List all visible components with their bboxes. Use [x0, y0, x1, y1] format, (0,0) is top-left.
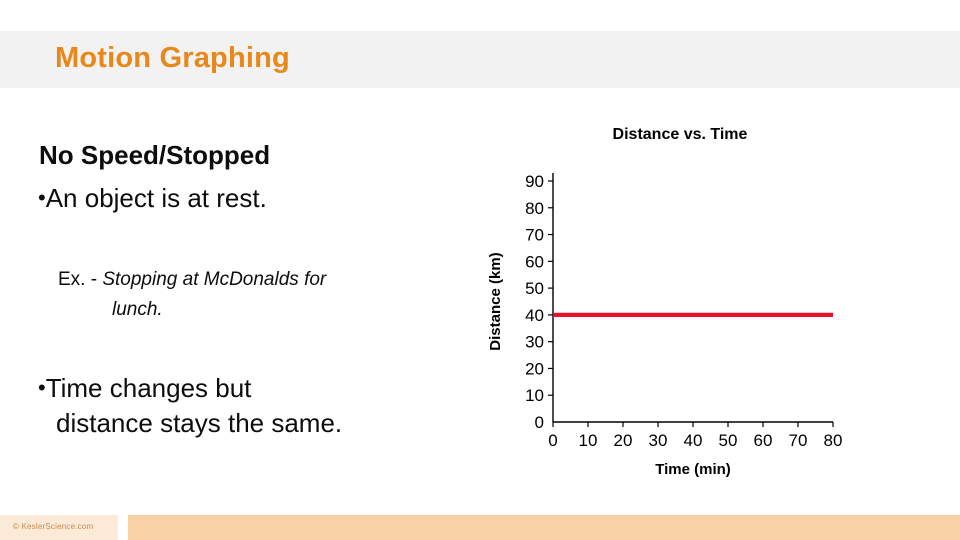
svg-text:20: 20	[525, 359, 544, 378]
svg-text:40: 40	[684, 431, 703, 450]
distance-vs-time-chart: 0 10 20 30 40 50 60 70 80 90 0 10 20 30 40 50 60 70 80 Time…	[487, 172, 842, 478]
svg-text:30: 30	[525, 333, 544, 352]
svg-text:50: 50	[525, 279, 544, 298]
svg-text:60: 60	[525, 252, 544, 271]
footer-right-band	[128, 515, 960, 540]
svg-text:90: 90	[525, 172, 544, 191]
svg-text:80: 80	[525, 199, 544, 218]
chart-render-group: 0 10 20 30 40 50 60 70 80 90 0 10 20 30 40 50 60 70 80 Time…	[487, 172, 842, 478]
svg-text:50: 50	[719, 431, 738, 450]
chart-panel: Distance vs. Time 0 10 20 30 40 50 60 70 80 90 0 10…	[480, 110, 900, 490]
svg-text:10: 10	[579, 431, 598, 450]
example-label: Ex. -	[58, 269, 103, 290]
svg-text:70: 70	[789, 431, 808, 450]
content-column-left: No Speed/Stopped •An object is at rest. …	[0, 95, 480, 475]
example-note: Ex. - Stopping at McDonalds for lunch.	[58, 265, 448, 325]
page-title: Motion Graphing	[55, 42, 290, 74]
svg-text:10: 10	[525, 386, 544, 405]
bullet-item-time-changes-line-1: Time changes but	[45, 373, 252, 403]
svg-text:80: 80	[824, 431, 843, 450]
svg-text:40: 40	[525, 306, 544, 325]
copyright-notice: © KeslerScience.com	[13, 522, 94, 531]
bullet-dot-icon-2: •	[38, 375, 46, 400]
svg-text:Time (min): Time (min)	[655, 461, 731, 478]
svg-text:30: 30	[649, 431, 668, 450]
bullet-item-at-rest-text: An object is at rest.	[45, 183, 267, 213]
bullet-item-at-rest: •An object is at rest.	[38, 183, 267, 214]
example-text-line-1: Stopping at McDonalds for	[102, 269, 327, 290]
bullet-dot-icon: •	[38, 185, 46, 210]
svg-text:Distance (km): Distance (km)	[487, 252, 504, 350]
svg-text:60: 60	[754, 431, 773, 450]
bullet-item-time-changes-line-2: distance stays the same.	[56, 408, 343, 438]
bullet-item-time-changes: •Time changes but distance stays the sam…	[38, 370, 458, 441]
section-heading: No Speed/Stopped	[39, 140, 271, 170]
example-text-line-2: lunch.	[112, 299, 163, 320]
svg-text:70: 70	[525, 226, 544, 245]
svg-text:20: 20	[614, 431, 633, 450]
svg-text:0: 0	[535, 413, 544, 432]
svg-text:0: 0	[548, 431, 557, 450]
